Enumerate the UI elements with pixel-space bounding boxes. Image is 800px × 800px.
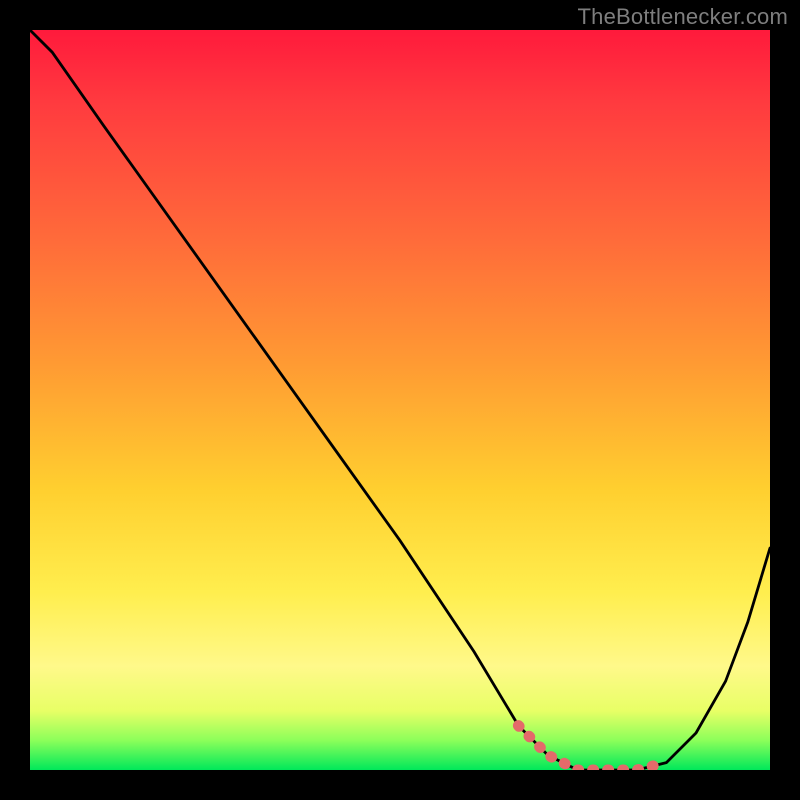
plot-area (30, 30, 770, 770)
bottleneck-curve (30, 30, 770, 770)
highlight-segment (518, 726, 666, 770)
chart-stage: TheBottlenecker.com (0, 0, 800, 800)
attribution-label: TheBottlenecker.com (578, 4, 788, 30)
curve-layer (30, 30, 770, 770)
